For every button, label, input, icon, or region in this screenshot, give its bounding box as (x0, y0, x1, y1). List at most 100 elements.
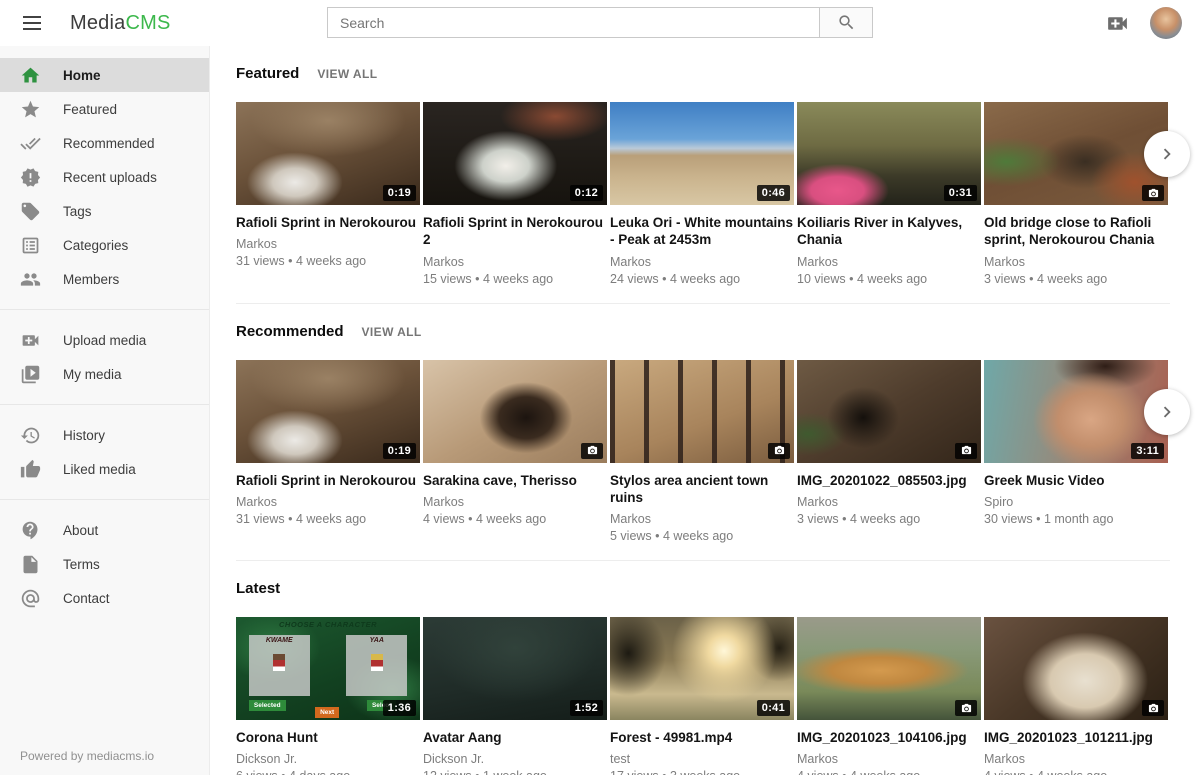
sidebar-item-categories[interactable]: Categories (0, 228, 209, 262)
sidebar-item-featured[interactable]: Featured (0, 92, 209, 126)
media-author[interactable]: Markos (797, 255, 981, 269)
upload-media-header-button[interactable] (1105, 11, 1130, 36)
app-logo[interactable]: MediaCMS (70, 12, 171, 35)
video-thumbnail[interactable]: CHOOSE A CHARACTER KWAME YAA Selected Ne… (236, 617, 420, 720)
media-title[interactable]: Koiliaris River in Kalyves, Chania (797, 214, 981, 249)
duration-badge: 0:31 (944, 185, 977, 201)
media-card[interactable]: Old bridge close to Rafioli sprint, Nero… (984, 102, 1168, 286)
video-thumbnail[interactable]: 0:19 (236, 102, 420, 205)
media-title[interactable]: Corona Hunt (236, 729, 420, 746)
sidebar-item-recent-uploads[interactable]: Recent uploads (0, 160, 209, 194)
user-avatar[interactable] (1150, 7, 1182, 39)
media-card[interactable]: IMG_20201023_104106.jpg Markos 4 views •… (797, 617, 981, 775)
media-card[interactable]: 0:19 Rafioli Sprint in Nerokourou Markos… (236, 102, 420, 286)
image-thumbnail[interactable] (797, 617, 981, 720)
media-author[interactable]: Markos (610, 255, 794, 269)
media-meta: 30 views • 1 month ago (984, 512, 1168, 526)
video-thumbnail[interactable]: 1:52 (423, 617, 607, 720)
sidebar-item-liked-media[interactable]: Liked media (0, 452, 209, 486)
history-icon (20, 425, 41, 446)
image-thumbnail[interactable] (797, 360, 981, 463)
media-card[interactable]: 3:11 Greek Music Video Spiro 30 views • … (984, 360, 1168, 544)
my-media-icon (20, 364, 41, 385)
media-card[interactable]: IMG_20201022_085503.jpg Markos 3 views •… (797, 360, 981, 544)
video-thumbnail[interactable]: 3:11 (984, 360, 1168, 463)
media-author[interactable]: Markos (797, 752, 981, 766)
video-thumbnail[interactable]: 0:31 (797, 102, 981, 205)
media-title[interactable]: Sarakina cave, Therisso (423, 472, 607, 489)
sidebar-item-recommended[interactable]: Recommended (0, 126, 209, 160)
duration-badge: 0:12 (570, 185, 603, 201)
media-title[interactable]: Old bridge close to Rafioli sprint, Nero… (984, 214, 1168, 249)
media-title[interactable]: Rafioli Sprint in Nerokourou (236, 214, 420, 231)
members-icon (20, 269, 41, 290)
media-title[interactable]: Avatar Aang (423, 729, 607, 746)
media-card[interactable]: IMG_20201023_101211.jpg Markos 4 views •… (984, 617, 1168, 775)
media-author[interactable]: Spiro (984, 495, 1168, 509)
media-card[interactable]: Stylos area ancient town ruins Markos 5 … (610, 360, 794, 544)
media-title[interactable]: Stylos area ancient town ruins (610, 472, 794, 507)
media-author[interactable]: Markos (423, 495, 607, 509)
image-thumbnail[interactable] (984, 617, 1168, 720)
media-card[interactable]: 1:52 Avatar Aang Dickson Jr. 12 views • … (423, 617, 607, 775)
media-title[interactable]: Leuka Ori - White mountains - Peak at 24… (610, 214, 794, 249)
media-author[interactable]: test (610, 752, 794, 766)
media-title[interactable]: Forest - 49981.mp4 (610, 729, 794, 746)
media-author[interactable]: Markos (984, 752, 1168, 766)
sidebar: Home Featured Recommended Recent uploads… (0, 46, 210, 775)
sidebar-item-history[interactable]: History (0, 418, 209, 452)
media-meta: 12 views • 1 week ago (423, 769, 607, 775)
media-author[interactable]: Markos (797, 495, 981, 509)
search-input[interactable] (327, 7, 819, 38)
media-author[interactable]: Markos (423, 255, 607, 269)
carousel-next-button[interactable] (1144, 389, 1190, 435)
media-author[interactable]: Dickson Jr. (423, 752, 607, 766)
media-card[interactable]: CHOOSE A CHARACTER KWAME YAA Selected Ne… (236, 617, 420, 775)
media-title[interactable]: IMG_20201023_104106.jpg (797, 729, 981, 746)
game-character-name: KWAME (249, 637, 310, 644)
media-author[interactable]: Markos (984, 255, 1168, 269)
section-title: Featured (236, 65, 299, 82)
image-thumbnail[interactable] (423, 360, 607, 463)
media-author[interactable]: Markos (610, 512, 794, 526)
media-author[interactable]: Dickson Jr. (236, 752, 420, 766)
sidebar-item-my-media[interactable]: My media (0, 357, 209, 391)
media-meta: 15 views • 4 weeks ago (423, 272, 607, 286)
sidebar-item-members[interactable]: Members (0, 262, 209, 296)
view-all-link[interactable]: VIEW ALL (317, 67, 377, 81)
powered-by-text[interactable]: Powered by mediacms.io (20, 749, 154, 763)
media-title[interactable]: Greek Music Video (984, 472, 1168, 489)
video-thumbnail[interactable]: 0:41 (610, 617, 794, 720)
upload-media-icon (20, 330, 41, 351)
video-thumbnail[interactable]: 0:46 (610, 102, 794, 205)
sidebar-item-terms[interactable]: Terms (0, 547, 209, 581)
image-thumbnail[interactable] (610, 360, 794, 463)
media-title[interactable]: IMG_20201022_085503.jpg (797, 472, 981, 489)
media-card[interactable]: 0:46 Leuka Ori - White mountains - Peak … (610, 102, 794, 286)
video-thumbnail[interactable]: 0:12 (423, 102, 607, 205)
hamburger-menu-icon[interactable] (12, 3, 52, 43)
categories-icon (20, 235, 41, 256)
media-card[interactable]: 0:12 Rafioli Sprint in Nerokourou 2 Mark… (423, 102, 607, 286)
video-thumbnail[interactable]: 0:19 (236, 360, 420, 463)
media-card[interactable]: Sarakina cave, Therisso Markos 4 views •… (423, 360, 607, 544)
media-title[interactable]: Rafioli Sprint in Nerokourou (236, 472, 420, 489)
sidebar-item-upload-media[interactable]: Upload media (0, 323, 209, 357)
view-all-link[interactable]: VIEW ALL (362, 325, 422, 339)
image-thumbnail[interactable] (984, 102, 1168, 205)
media-title[interactable]: IMG_20201023_101211.jpg (984, 729, 1168, 746)
sidebar-item-tags[interactable]: Tags (0, 194, 209, 228)
game-selected-label: Selected (249, 700, 286, 711)
search-button[interactable] (819, 7, 873, 38)
media-card[interactable]: 0:31 Koiliaris River in Kalyves, Chania … (797, 102, 981, 286)
sidebar-item-about[interactable]: About (0, 513, 209, 547)
media-card[interactable]: 0:41 Forest - 49981.mp4 test 17 views • … (610, 617, 794, 775)
media-author[interactable]: Markos (236, 237, 420, 251)
media-card[interactable]: 0:19 Rafioli Sprint in Nerokourou Markos… (236, 360, 420, 544)
media-title[interactable]: Rafioli Sprint in Nerokourou 2 (423, 214, 607, 249)
carousel-next-button[interactable] (1144, 131, 1190, 177)
sidebar-item-contact[interactable]: Contact (0, 581, 209, 615)
media-author[interactable]: Markos (236, 495, 420, 509)
sidebar-item-home[interactable]: Home (0, 58, 209, 92)
logo-cms-text: CMS (125, 12, 170, 34)
